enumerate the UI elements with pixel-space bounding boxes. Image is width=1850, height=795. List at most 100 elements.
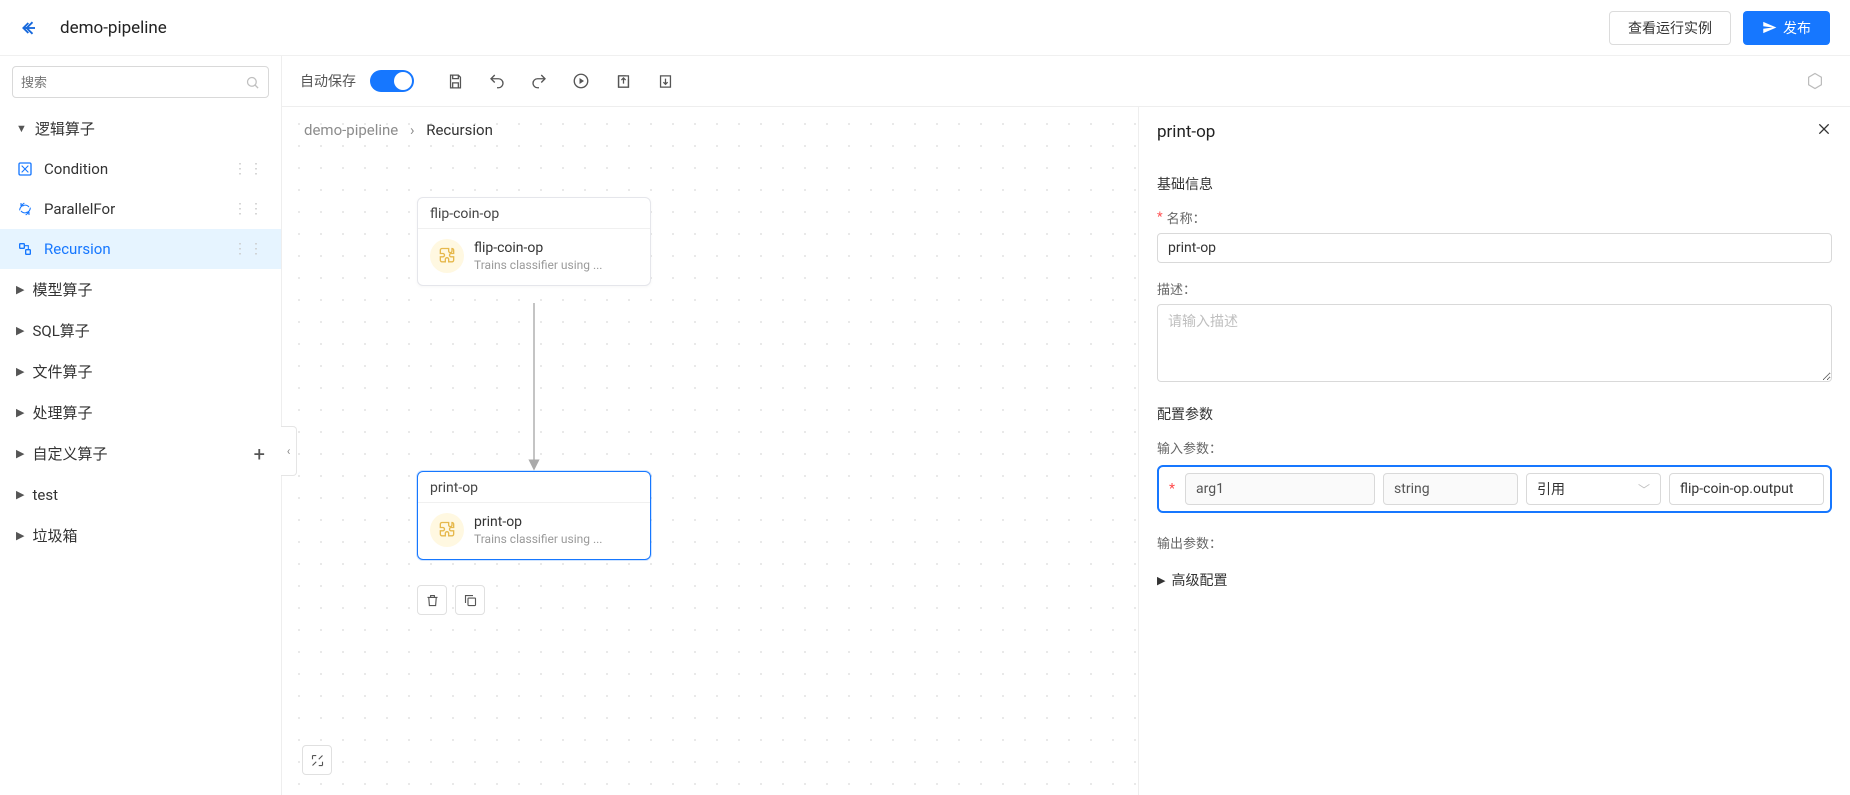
send-icon xyxy=(1762,20,1777,35)
node-name: flip-coin-op xyxy=(474,240,602,256)
play-circle-icon xyxy=(572,72,590,90)
close-panel-button[interactable] xyxy=(1816,121,1832,142)
sidebar: ▼ 逻辑算子 Condition ⋮⋮ ParallelFor ⋮⋮ xyxy=(0,56,282,795)
breadcrumb-current: Recursion xyxy=(426,121,493,139)
close-icon xyxy=(1816,121,1832,137)
sidebar-item-recursion[interactable]: Recursion ⋮⋮ xyxy=(0,229,281,269)
caret-right-icon: ▶ xyxy=(16,488,24,501)
drag-handle-icon[interactable]: ⋮⋮ xyxy=(233,241,265,257)
param-mode-select[interactable]: 引用 ﹀ xyxy=(1526,473,1661,505)
output-params-label: 输出参数： xyxy=(1157,533,1832,552)
caret-right-icon: ▶ xyxy=(16,447,24,460)
run-button[interactable] xyxy=(564,64,598,98)
page-title: demo-pipeline xyxy=(60,18,167,38)
breadcrumb: demo-pipeline › Recursion xyxy=(304,121,493,139)
sidebar-group-custom[interactable]: ▶ 自定义算子 + xyxy=(0,433,281,474)
caret-down-icon: ▼ xyxy=(16,122,27,135)
drag-handle-icon[interactable]: ⋮⋮ xyxy=(233,201,265,217)
sidebar-item-label: Condition xyxy=(44,160,108,178)
node-subtitle: Trains classifier using ... xyxy=(474,532,602,546)
redo-button[interactable] xyxy=(522,64,556,98)
sidebar-group-file[interactable]: ▶文件算子 xyxy=(0,351,281,392)
sidebar-group-process[interactable]: ▶处理算子 xyxy=(0,392,281,433)
parallelfor-icon xyxy=(16,200,34,218)
sidebar-group-model[interactable]: ▶模型算子 xyxy=(0,269,281,310)
panel-title: print-op xyxy=(1157,122,1215,142)
sidebar-group-label: 逻辑算子 xyxy=(35,118,95,139)
node-subtitle: Trains classifier using ... xyxy=(474,258,602,272)
breadcrumb-separator: › xyxy=(410,121,415,139)
save-button[interactable] xyxy=(438,64,472,98)
param-type-cell: string xyxy=(1383,473,1518,505)
sidebar-group-test[interactable]: ▶ test xyxy=(0,474,281,515)
param-name-cell: arg1 xyxy=(1185,473,1375,505)
sidebar-group-label: 模型算子 xyxy=(32,279,92,300)
sidebar-group-label: test xyxy=(32,486,58,504)
back-button[interactable] xyxy=(12,10,48,46)
breadcrumb-root[interactable]: demo-pipeline xyxy=(304,121,398,139)
advanced-label: 高级配置 xyxy=(1171,570,1227,590)
redo-icon xyxy=(530,72,548,90)
caret-right-icon: ▶ xyxy=(16,324,24,337)
sidebar-group-label: 自定义算子 xyxy=(32,443,107,464)
sidebar-group-trash[interactable]: ▶ 垃圾箱 xyxy=(0,515,281,556)
search-input-wrap[interactable] xyxy=(12,66,269,98)
sidebar-group-label: SQL算子 xyxy=(32,320,89,341)
autosave-label: 自动保存 xyxy=(300,71,356,91)
caret-right-icon: ▶ xyxy=(16,529,24,542)
import-button[interactable] xyxy=(648,64,682,98)
input-params-label: 输入参数： xyxy=(1157,438,1832,457)
export-icon xyxy=(615,73,632,90)
param-value-input[interactable]: flip-coin-op.output xyxy=(1669,473,1824,505)
node-name: print-op xyxy=(474,514,602,530)
sidebar-group-logic[interactable]: ▼ 逻辑算子 xyxy=(0,108,281,149)
toolbar: 自动保存 xyxy=(282,56,1850,107)
puzzle-icon xyxy=(430,239,464,273)
caret-right-icon: ▶ xyxy=(16,406,24,419)
copy-node-button[interactable] xyxy=(455,585,485,615)
section-config-params: 配置参数 xyxy=(1157,404,1832,424)
undo-button[interactable] xyxy=(480,64,514,98)
canvas[interactable]: ‹ demo-pipeline › Recursion flip-coin-op xyxy=(282,107,1138,795)
puzzle-icon xyxy=(430,513,464,547)
copy-icon xyxy=(463,593,478,608)
settings-hex-button[interactable] xyxy=(1798,64,1832,98)
desc-label: 描述： xyxy=(1157,279,1832,298)
node-print-op[interactable]: print-op print-op Trains classifier usin… xyxy=(417,471,651,560)
required-marker: * xyxy=(1169,481,1175,497)
advanced-toggle[interactable]: ▶ 高级配置 xyxy=(1157,570,1832,590)
section-basic-info: 基础信息 xyxy=(1157,174,1832,194)
sidebar-group-label: 文件算子 xyxy=(32,361,92,382)
publish-button[interactable]: 发布 xyxy=(1743,11,1830,45)
param-mode-value: 引用 xyxy=(1537,479,1565,499)
delete-node-button[interactable] xyxy=(417,585,447,615)
add-icon[interactable]: + xyxy=(254,442,265,466)
caret-right-icon: ▶ xyxy=(1157,574,1165,587)
autosave-switch[interactable] xyxy=(370,70,414,92)
drag-handle-icon[interactable]: ⋮⋮ xyxy=(233,161,265,177)
save-icon xyxy=(447,73,464,90)
expand-icon xyxy=(310,753,325,768)
collapse-sidebar-handle[interactable]: ‹ xyxy=(281,426,297,476)
export-button[interactable] xyxy=(606,64,640,98)
desc-textarea[interactable] xyxy=(1157,304,1832,382)
sidebar-item-label: ParallelFor xyxy=(44,200,115,218)
fullscreen-button[interactable] xyxy=(302,745,332,775)
sidebar-group-sql[interactable]: ▶ SQL算子 xyxy=(0,310,281,351)
view-instances-button[interactable]: 查看运行实例 xyxy=(1609,11,1731,45)
sidebar-item-condition[interactable]: Condition ⋮⋮ xyxy=(0,149,281,189)
recursion-icon xyxy=(16,240,34,258)
import-icon xyxy=(657,73,674,90)
publish-label: 发布 xyxy=(1783,18,1811,38)
chevron-down-icon: ﹀ xyxy=(1638,481,1650,498)
trash-icon xyxy=(425,593,440,608)
sidebar-item-parallelfor[interactable]: ParallelFor ⋮⋮ xyxy=(0,189,281,229)
search-input[interactable] xyxy=(21,75,245,90)
sidebar-item-label: Recursion xyxy=(44,240,111,258)
sidebar-group-label: 垃圾箱 xyxy=(32,525,77,546)
node-flip-coin[interactable]: flip-coin-op flip-coin-op Trains classif… xyxy=(417,197,651,286)
name-input[interactable] xyxy=(1157,233,1832,263)
input-param-row: * arg1 string 引用 ﹀ flip-coin-op.output xyxy=(1157,465,1832,513)
properties-panel: print-op 基础信息 *名称： 描述： xyxy=(1138,107,1850,795)
search-icon xyxy=(245,75,260,90)
